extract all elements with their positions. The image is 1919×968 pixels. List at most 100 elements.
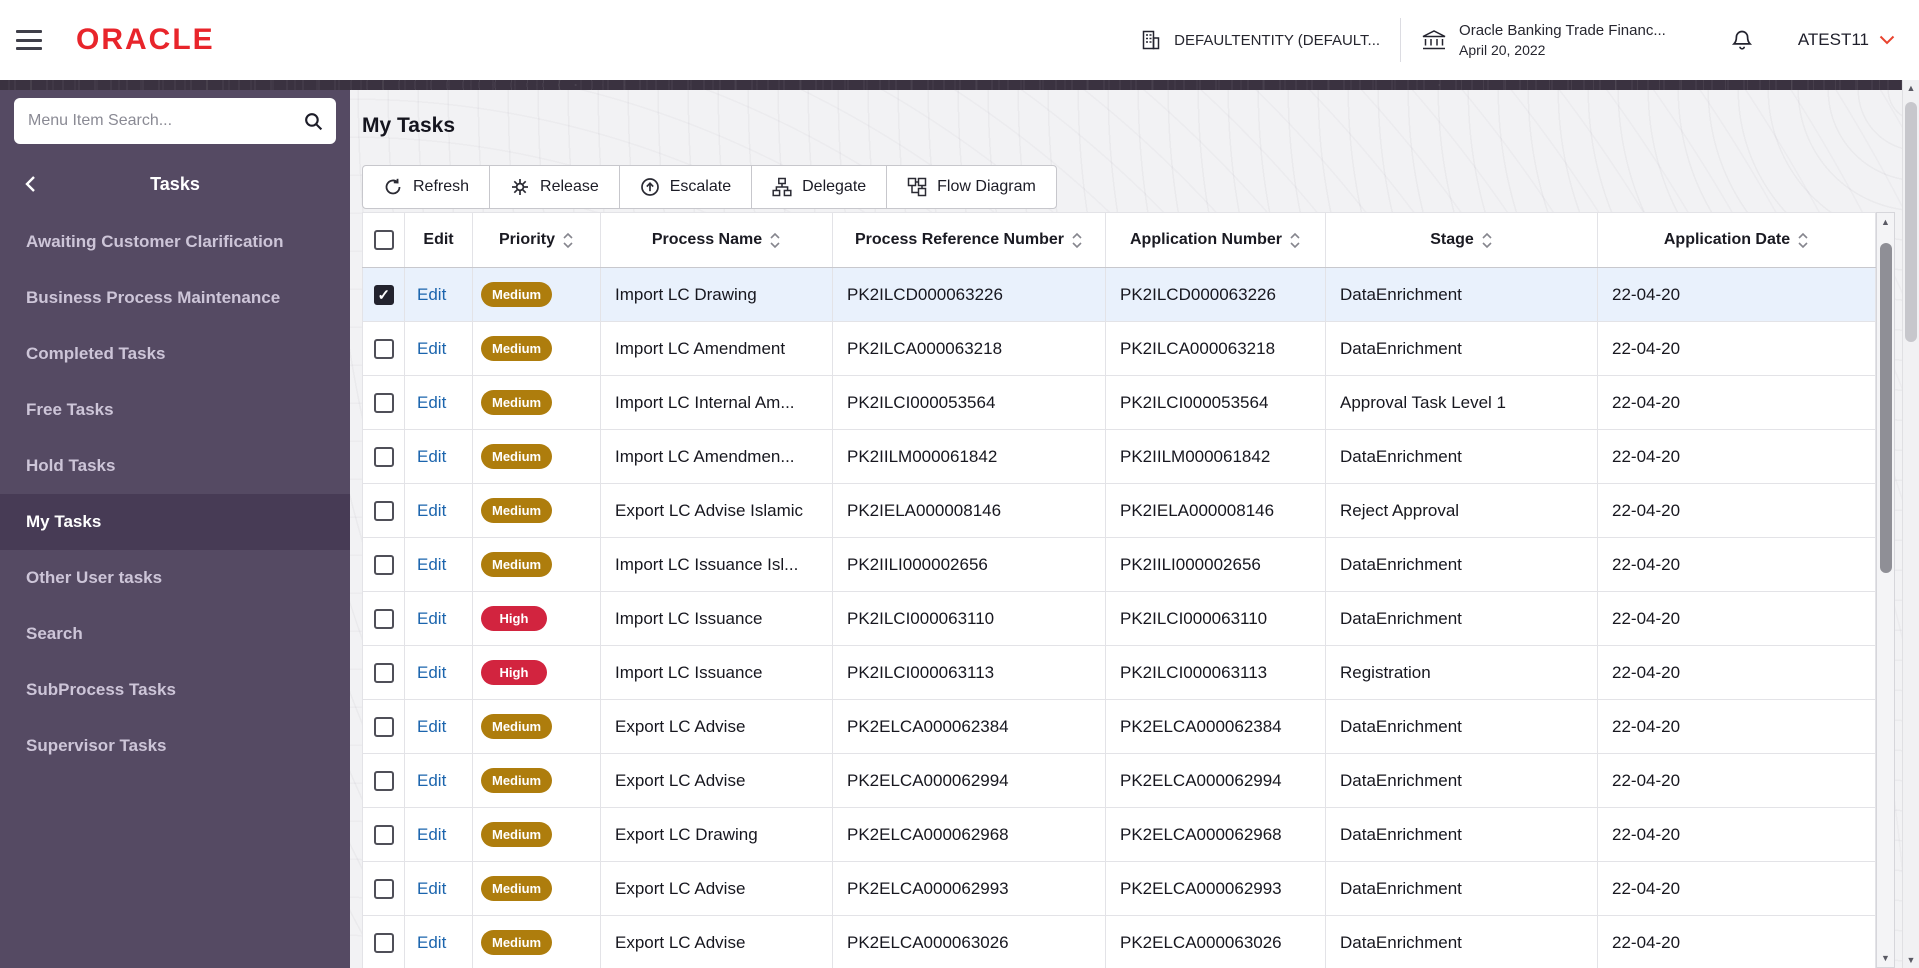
table-scrollbar-thumb[interactable] (1879, 243, 1892, 573)
sidebar-item-label: SubProcess Tasks (26, 680, 176, 699)
table-row[interactable]: Edit Medium Export LC Drawing PK2ELCA000… (362, 807, 1876, 862)
edit-link[interactable]: Edit (417, 825, 446, 844)
column-label: Edit (423, 231, 454, 248)
edit-link[interactable]: Edit (417, 663, 446, 682)
table-row[interactable]: Edit Medium Export LC Advise PK2ELCA0000… (362, 861, 1876, 916)
table-row[interactable]: Edit Medium Export LC Advise PK2ELCA0000… (362, 699, 1876, 754)
row-checkbox[interactable] (373, 284, 394, 305)
column-header[interactable]: Process Reference Number (832, 212, 1106, 268)
row-checkbox[interactable] (373, 554, 394, 575)
sidebar-item-my-tasks[interactable]: My Tasks (0, 494, 350, 550)
user-label: ATEST11 (1797, 30, 1869, 49)
priority-badge: Medium (481, 498, 553, 523)
priority-badge: High (481, 606, 547, 631)
application-date-cell: 22-04-20 (1597, 699, 1876, 754)
page-scrollbar[interactable]: ▲ ▼ (1902, 80, 1919, 968)
sort-icon[interactable] (1289, 231, 1301, 250)
edit-link[interactable]: Edit (417, 501, 446, 520)
sidebar-item-label: Business Process Maintenance (26, 288, 281, 307)
edit-link[interactable]: Edit (417, 717, 446, 736)
sort-icon[interactable] (1797, 231, 1809, 250)
sidebar-item-completed-tasks[interactable]: Completed Tasks (0, 326, 350, 382)
column-header[interactable]: Application Date (1597, 212, 1876, 268)
edit-link[interactable]: Edit (417, 771, 446, 790)
page-title: My Tasks (362, 114, 455, 137)
sort-icon[interactable] (562, 231, 574, 250)
table-row[interactable]: Edit Medium Import LC Amendmen... PK2IIL… (362, 429, 1876, 484)
notifications-button[interactable] (1730, 28, 1754, 52)
sidebar-item-other-user-tasks[interactable]: Other User tasks (0, 550, 350, 606)
entity-selector[interactable]: DEFAULTENTITY (DEFAULT... (1120, 12, 1400, 68)
sidebar-item-search[interactable]: Search (0, 606, 350, 662)
sidebar-item-hold-tasks[interactable]: Hold Tasks (0, 438, 350, 494)
column-header[interactable]: Process Name (600, 212, 833, 268)
column-label: Stage (1430, 231, 1474, 248)
table-row[interactable]: Edit Medium Export LC Advise Islamic PK2… (362, 483, 1876, 538)
sort-icon[interactable] (1481, 231, 1493, 250)
row-checkbox[interactable] (373, 392, 394, 413)
edit-link[interactable]: Edit (417, 339, 446, 358)
refresh-button[interactable]: Refresh (362, 165, 491, 209)
sort-icon[interactable] (769, 231, 781, 250)
menu-search-box (14, 98, 336, 144)
sidebar-item-business-process-maintenance[interactable]: Business Process Maintenance (0, 270, 350, 326)
row-checkbox[interactable] (373, 824, 394, 845)
edit-link[interactable]: Edit (417, 933, 446, 952)
edit-link[interactable]: Edit (417, 285, 446, 304)
column-header[interactable]: Application Number (1105, 212, 1326, 268)
release-button[interactable]: Release (489, 165, 620, 209)
row-checkbox[interactable] (373, 716, 394, 737)
table-row[interactable]: Edit Medium Import LC Drawing PK2ILCD000… (362, 267, 1876, 322)
row-checkbox[interactable] (373, 500, 394, 521)
edit-link[interactable]: Edit (417, 609, 446, 628)
page-scrollbar-thumb[interactable] (1905, 102, 1917, 342)
table-row[interactable]: Edit Medium Export LC Advise PK2ELCA0000… (362, 753, 1876, 808)
sidebar-item-supervisor-tasks[interactable]: Supervisor Tasks (0, 718, 350, 774)
sidebar-section-title: Tasks (150, 173, 200, 194)
column-header[interactable]: Edit (404, 212, 473, 268)
table-row[interactable]: Edit Medium Export LC Advise PK2ELCA0000… (362, 915, 1876, 968)
row-checkbox[interactable] (373, 662, 394, 683)
back-button[interactable] (24, 175, 36, 193)
process-reference-cell: PK2ILCI000063110 (832, 591, 1106, 646)
sidebar-item-free-tasks[interactable]: Free Tasks (0, 382, 350, 438)
scroll-up-icon[interactable]: ▲ (1877, 213, 1894, 231)
row-checkbox[interactable] (373, 770, 394, 791)
row-checkbox[interactable] (373, 338, 394, 359)
page-scroll-up-icon[interactable]: ▲ (1903, 80, 1919, 96)
column-header[interactable]: Priority (472, 212, 601, 268)
table-row[interactable]: Edit Medium Import LC Amendment PK2ILCA0… (362, 321, 1876, 376)
user-menu[interactable]: ATEST11 (1798, 30, 1895, 50)
edit-link[interactable]: Edit (417, 555, 446, 574)
table-row[interactable]: Edit Medium Import LC Internal Am... PK2… (362, 375, 1876, 430)
row-checkbox[interactable] (373, 932, 394, 953)
sidebar-item-awaiting-customer-clarification[interactable]: Awaiting Customer Clarification (0, 214, 350, 270)
column-label: Process Name (651, 231, 763, 248)
row-checkbox[interactable] (373, 446, 394, 467)
table-row[interactable]: Edit Medium Import LC Issuance Isl... PK… (362, 537, 1876, 592)
delegate-button[interactable]: Delegate (751, 165, 888, 209)
row-checkbox[interactable] (373, 878, 394, 899)
column-header[interactable]: Stage (1325, 212, 1598, 268)
row-checkbox[interactable] (373, 608, 394, 629)
flow-diagram-button[interactable]: Flow Diagram (886, 165, 1057, 209)
process-reference-cell: PK2ILCA000063218 (832, 321, 1106, 376)
table-row[interactable]: Edit High Import LC Issuance PK2ILCI0000… (362, 645, 1876, 700)
edit-link[interactable]: Edit (417, 447, 446, 466)
table-scrollbar[interactable]: ▲ ▼ (1876, 212, 1895, 968)
hamburger-menu-icon[interactable] (16, 30, 42, 50)
page-scroll-down-icon[interactable]: ▼ (1903, 952, 1919, 968)
app-title: Oracle Banking Trade Financ... (1459, 22, 1666, 39)
edit-link[interactable]: Edit (417, 879, 446, 898)
select-all-checkbox[interactable] (373, 230, 394, 250)
scroll-down-icon[interactable]: ▼ (1877, 949, 1894, 967)
edit-link[interactable]: Edit (417, 393, 446, 412)
stage-cell: Approval Task Level 1 (1325, 375, 1598, 430)
table-row[interactable]: Edit High Import LC Issuance PK2ILCI0000… (362, 591, 1876, 646)
menu-search-input[interactable] (26, 111, 303, 131)
sidebar-item-subprocess-tasks[interactable]: SubProcess Tasks (0, 662, 350, 718)
escalate-button[interactable]: Escalate (618, 165, 753, 209)
sort-icon[interactable] (1071, 231, 1083, 250)
search-button[interactable] (303, 111, 324, 132)
application-number-cell: PK2ILCI000063110 (1105, 591, 1326, 646)
